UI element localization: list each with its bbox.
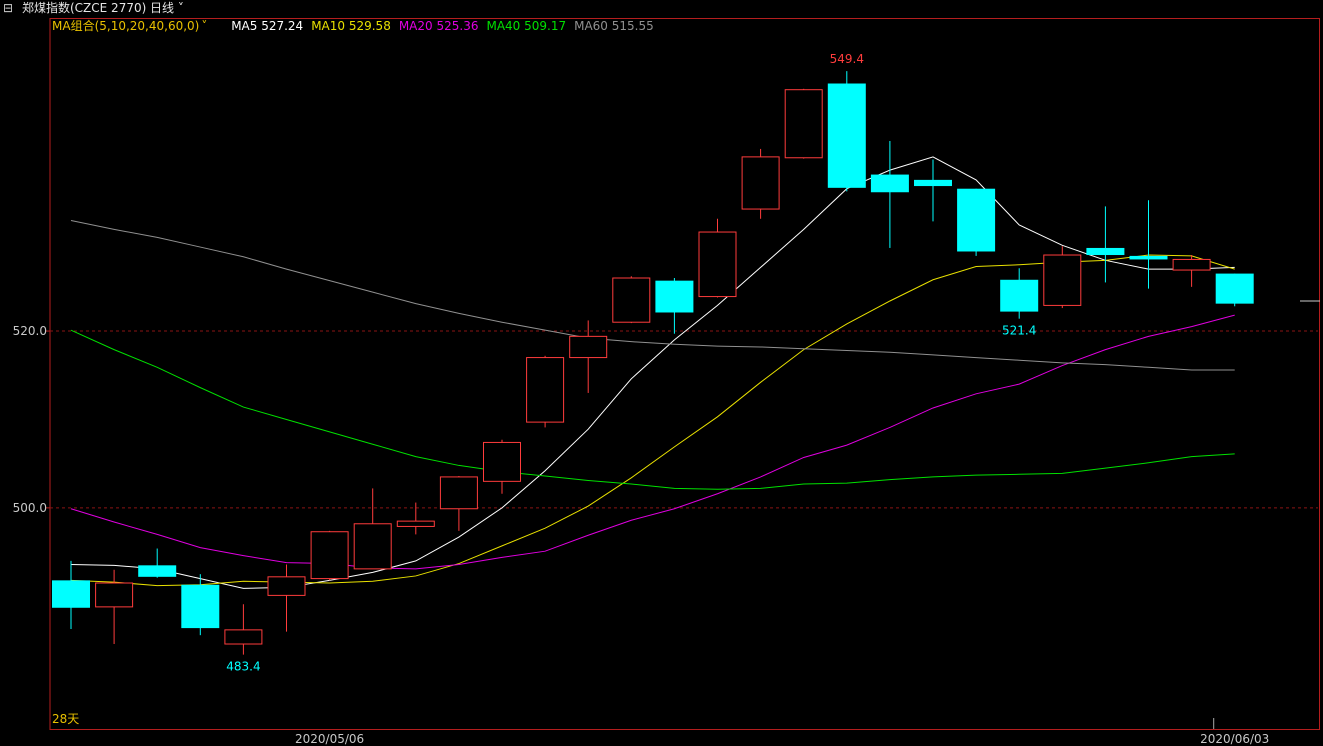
candle-body-up xyxy=(224,629,263,645)
candle-body-up xyxy=(612,277,651,323)
candle-body-up xyxy=(439,476,478,510)
y-tick-label: 520.0 xyxy=(13,324,47,338)
candle-body-down xyxy=(1086,247,1125,256)
candle-body-up xyxy=(698,231,737,298)
candle-body-down xyxy=(181,584,220,629)
candle-body-up xyxy=(353,523,392,570)
candle-body-down xyxy=(1129,255,1168,260)
candle-body-down xyxy=(827,83,866,188)
days-count-label: 28天 xyxy=(52,712,79,726)
ma-line-ma20 xyxy=(70,314,1235,570)
x-tick-label: 2020/06/03 xyxy=(1200,732,1269,746)
ma-line-ma5 xyxy=(70,156,1235,589)
x-tick-label: 2020/05/06 xyxy=(295,732,364,746)
candle-body-up xyxy=(310,531,349,580)
candlestick-chart[interactable]: 520.0 500.0 2020/05/06 2020/06/03 28天 549.4 48… xyxy=(0,0,1323,746)
candle-body-down xyxy=(1215,273,1254,304)
candle-body-up xyxy=(1172,258,1211,271)
candle-body-down xyxy=(1000,279,1039,312)
candle-body-up xyxy=(526,357,565,423)
min-price-label: 483.4 xyxy=(226,660,260,674)
y-tick-label: 500.0 xyxy=(13,501,47,515)
candle-body-up xyxy=(784,89,823,159)
candle-body-up xyxy=(741,156,780,210)
candle-body-up xyxy=(1043,254,1082,306)
candle-body-down xyxy=(870,174,909,193)
low-price-label: 521.4 xyxy=(1002,324,1036,338)
candle-body-down xyxy=(655,280,694,313)
candle-body-down xyxy=(957,188,996,252)
max-price-label: 549.4 xyxy=(830,52,864,66)
candle-body-up xyxy=(396,520,435,527)
candle-body-up xyxy=(483,441,521,482)
candle-body-up xyxy=(95,582,134,608)
candle-body-down xyxy=(914,179,952,187)
candle-body-down xyxy=(138,565,177,577)
candle-body-up xyxy=(267,576,306,596)
ma-line-ma40 xyxy=(70,329,1235,490)
candle-body-down xyxy=(52,580,90,608)
candle-body-up xyxy=(569,335,608,359)
